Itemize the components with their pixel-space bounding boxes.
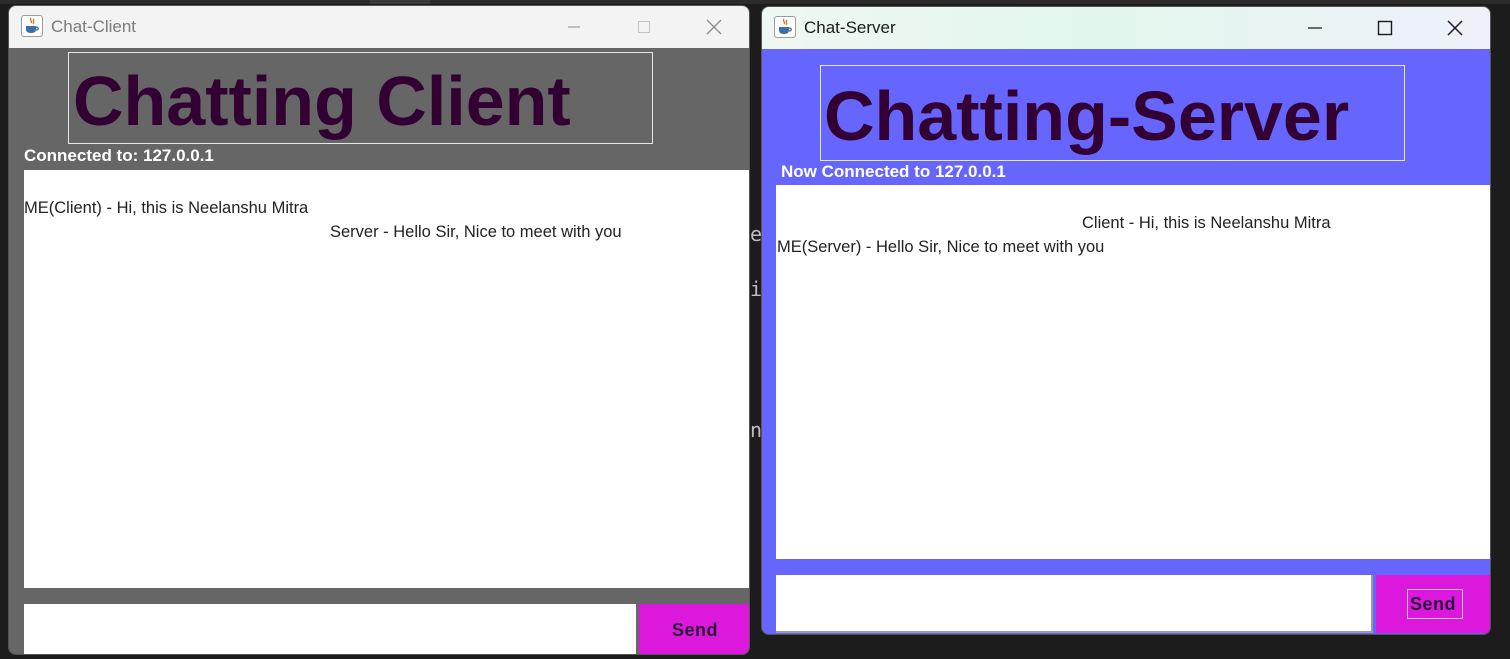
send-button-focus-ring (1407, 589, 1463, 619)
close-icon[interactable] (679, 6, 749, 48)
chat-message-sent: ME(Client) - Hi, this is Neelanshu Mitra (24, 199, 309, 217)
chat-message-sent: ME(Server) - Hello Sir, Nice to meet wit… (777, 238, 1105, 256)
java-coffee-cup-icon (774, 16, 796, 38)
maximize-icon[interactable] (609, 6, 679, 48)
message-input[interactable] (24, 604, 636, 654)
maximize-icon[interactable] (1350, 7, 1420, 49)
chat-message-received: Client - Hi, this is Neelanshu Mitra (1082, 214, 1331, 232)
message-input[interactable] (776, 575, 1373, 633)
chat-server-window: Chat-Server Chatting-Server Now Connecte… (761, 6, 1491, 635)
send-button[interactable]: Send (639, 604, 749, 654)
chat-client-window: Chat-Client Chatting Client Connected to… (8, 5, 750, 655)
connection-status: Connected to: 127.0.0.1 (24, 146, 214, 165)
desktop-top-strip (0, 0, 1510, 4)
chat-message-received: Server - Hello Sir, Nice to meet with yo… (330, 223, 622, 241)
window-title: Chat-Server (804, 18, 896, 37)
chat-history[interactable]: ME(Client) - Hi, this is Neelanshu Mitra… (24, 170, 749, 588)
java-coffee-cup-icon (21, 15, 43, 37)
titlebar[interactable]: Chat-Client (9, 6, 749, 48)
page-title: Chatting-Server (824, 77, 1350, 155)
page-title: Chatting Client (73, 62, 571, 140)
minimize-icon[interactable] (539, 6, 609, 48)
titlebar[interactable]: Chat-Server (762, 7, 1490, 49)
desktop-tab-strip (370, 0, 430, 4)
close-icon[interactable] (1420, 7, 1490, 49)
minimize-icon[interactable] (1280, 7, 1350, 49)
window-title: Chat-Client (51, 17, 137, 36)
connection-status: Now Connected to 127.0.0.1 (781, 162, 1006, 181)
chat-history[interactable]: Client - Hi, this is Neelanshu Mitra ME(… (776, 185, 1490, 559)
